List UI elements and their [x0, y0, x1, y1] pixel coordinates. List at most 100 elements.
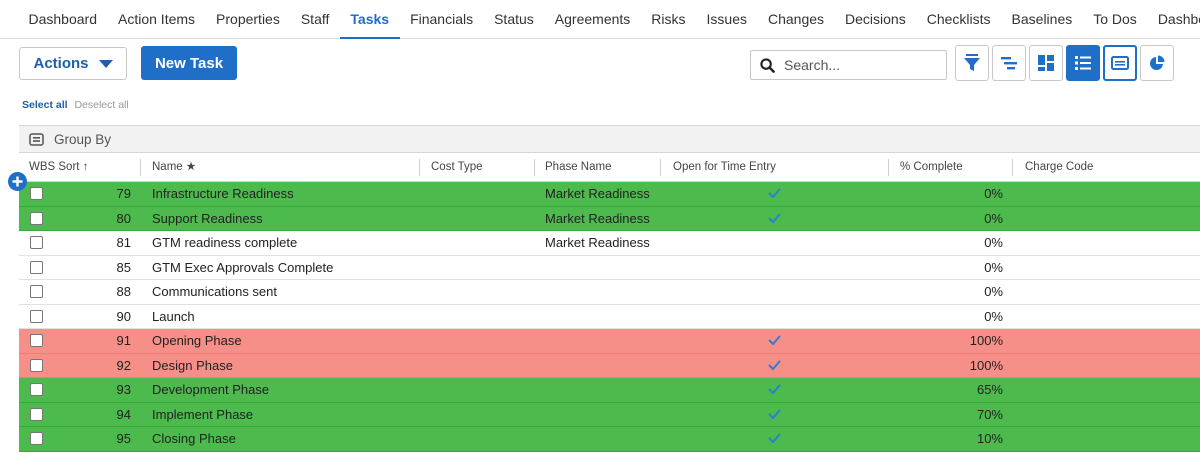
- col-separator[interactable]: [140, 159, 141, 176]
- row-checkbox[interactable]: [30, 334, 43, 347]
- task-name-cell[interactable]: Closing Phase: [152, 427, 236, 451]
- col-separator[interactable]: [888, 159, 889, 176]
- table-row[interactable]: 91 Opening Phase 100%: [19, 329, 1200, 354]
- task-name-cell[interactable]: Communications sent: [152, 280, 277, 304]
- gantt-view-button[interactable]: [992, 45, 1026, 81]
- filter-button[interactable]: [955, 45, 989, 81]
- pie-chart-icon: [1150, 55, 1165, 70]
- table-row[interactable]: 93 Development Phase 65%: [19, 378, 1200, 403]
- table-row[interactable]: 81 GTM readiness complete Market Readiness…: [19, 231, 1200, 256]
- pct-complete-cell: 65%: [976, 382, 1003, 397]
- task-name-cell[interactable]: GTM readiness complete: [152, 231, 297, 255]
- tab-changes[interactable]: Changes: [757, 0, 834, 38]
- tab-baselines[interactable]: Baselines: [1001, 0, 1083, 38]
- chart-view-button[interactable]: [1140, 45, 1174, 81]
- pct-complete-cell: 0%: [984, 235, 1003, 250]
- table-row[interactable]: 85 GTM Exec Approvals Complete 0%: [19, 256, 1200, 280]
- row-checkbox[interactable]: [30, 407, 43, 421]
- task-name-cell[interactable]: Infrastructure Readiness: [152, 182, 294, 206]
- pct-complete-cell: 10%: [976, 431, 1003, 446]
- row-checkbox[interactable]: [30, 383, 43, 396]
- row-checkbox[interactable]: [30, 309, 43, 323]
- tab-risks[interactable]: Risks: [641, 0, 696, 38]
- col-pct-complete[interactable]: % Complete: [900, 154, 963, 181]
- tab-staff[interactable]: Staff: [290, 0, 340, 38]
- plus-icon: [12, 176, 23, 187]
- check-icon: [768, 183, 782, 207]
- select-all-link[interactable]: Select all: [22, 99, 68, 111]
- col-phase-name[interactable]: Phase Name: [545, 154, 611, 181]
- grid-body: 79 Infrastructure Readiness Market Readine…: [19, 182, 1200, 452]
- grid-header: WBS Sort ↑ Name ★ Cost Type Phase Name O…: [19, 154, 1200, 182]
- new-task-button[interactable]: New Task: [141, 46, 237, 80]
- toolbar: Actions New Task: [0, 38, 1200, 90]
- tab-tasks[interactable]: Tasks: [339, 1, 400, 39]
- task-name-cell[interactable]: Launch: [152, 305, 195, 329]
- table-row[interactable]: 79 Infrastructure Readiness Market Readine…: [19, 182, 1200, 207]
- table-row[interactable]: 92 Design Phase 100%: [19, 353, 1200, 378]
- wbs-sort-cell: 80: [116, 210, 131, 226]
- add-row-button[interactable]: [8, 172, 27, 191]
- card-view-button[interactable]: [1103, 45, 1137, 81]
- row-checkbox[interactable]: [30, 432, 43, 445]
- table-row[interactable]: 80 Support Readiness Market Readiness 0%: [19, 206, 1200, 231]
- tab-decisions[interactable]: Decisions: [835, 0, 917, 38]
- table-row[interactable]: 90 Launch 0%: [19, 305, 1200, 329]
- tab-dashboard[interactable]: Dashboard: [1147, 0, 1200, 38]
- table-row[interactable]: 95 Closing Phase 10%: [19, 427, 1200, 452]
- tab-to-dos[interactable]: To Dos: [1083, 0, 1148, 38]
- row-checkbox[interactable]: [30, 236, 43, 249]
- col-separator[interactable]: [660, 159, 661, 176]
- task-name-cell[interactable]: Opening Phase: [152, 329, 242, 353]
- tab-action-items[interactable]: Action Items: [108, 0, 206, 38]
- wbs-sort-cell: 81: [116, 235, 131, 250]
- task-name-cell[interactable]: Implement Phase: [152, 403, 253, 427]
- row-checkbox[interactable]: [30, 358, 43, 372]
- wbs-sort-cell: 85: [116, 259, 131, 275]
- selection-links: Select all Deselect all: [22, 99, 129, 111]
- phase-name-cell: Market Readiness: [545, 235, 650, 250]
- row-checkbox[interactable]: [30, 260, 43, 274]
- task-name-cell[interactable]: Development Phase: [152, 378, 269, 402]
- tab-properties[interactable]: Properties: [206, 0, 291, 38]
- task-name-cell[interactable]: Design Phase: [152, 354, 233, 378]
- tab-agreements[interactable]: Agreements: [544, 0, 640, 38]
- tab-issues[interactable]: Issues: [696, 0, 757, 38]
- board-view-button[interactable]: [1029, 45, 1063, 81]
- actions-button[interactable]: Actions: [19, 47, 127, 80]
- filter-icon: [964, 54, 980, 71]
- tab-financials[interactable]: Financials: [400, 0, 484, 38]
- wbs-sort-cell: 92: [116, 357, 131, 373]
- col-cost-type[interactable]: Cost Type: [431, 154, 483, 181]
- row-checkbox[interactable]: [30, 211, 43, 225]
- group-by-bar[interactable]: Group By: [19, 125, 1200, 153]
- check-icon: [768, 428, 782, 452]
- tab-dashboard[interactable]: Dashboard: [18, 0, 108, 38]
- table-row[interactable]: 88 Communications sent 0%: [19, 280, 1200, 305]
- row-checkbox[interactable]: [30, 285, 43, 298]
- col-name[interactable]: Name ★: [152, 154, 196, 181]
- pct-complete-cell: 0%: [984, 284, 1003, 299]
- row-checkbox[interactable]: [30, 187, 43, 200]
- table-row[interactable]: 94 Implement Phase 70%: [19, 402, 1200, 427]
- col-separator[interactable]: [419, 159, 420, 176]
- list-view-button[interactable]: [1066, 45, 1100, 81]
- wbs-sort-cell: 79: [116, 186, 131, 201]
- group-by-icon: [29, 132, 44, 146]
- search-box: [750, 50, 947, 80]
- group-by-label: Group By: [54, 131, 112, 147]
- deselect-all-link[interactable]: Deselect all: [74, 99, 128, 111]
- tab-checklists[interactable]: Checklists: [916, 0, 1001, 38]
- col-open-for-time-entry[interactable]: Open for Time Entry: [673, 154, 776, 181]
- col-separator[interactable]: [1012, 159, 1013, 176]
- col-charge-code[interactable]: Charge Code: [1025, 154, 1093, 181]
- wbs-sort-cell: 93: [116, 382, 131, 397]
- phase-name-cell: Market Readiness: [545, 210, 650, 226]
- col-separator[interactable]: [534, 159, 535, 176]
- pct-complete-cell: 100%: [969, 333, 1003, 348]
- col-wbs-sort[interactable]: WBS Sort ↑: [29, 154, 88, 181]
- task-name-cell[interactable]: GTM Exec Approvals Complete: [152, 256, 333, 280]
- search-input[interactable]: [782, 56, 936, 74]
- tab-status[interactable]: Status: [484, 0, 545, 38]
- task-name-cell[interactable]: Support Readiness: [152, 207, 263, 231]
